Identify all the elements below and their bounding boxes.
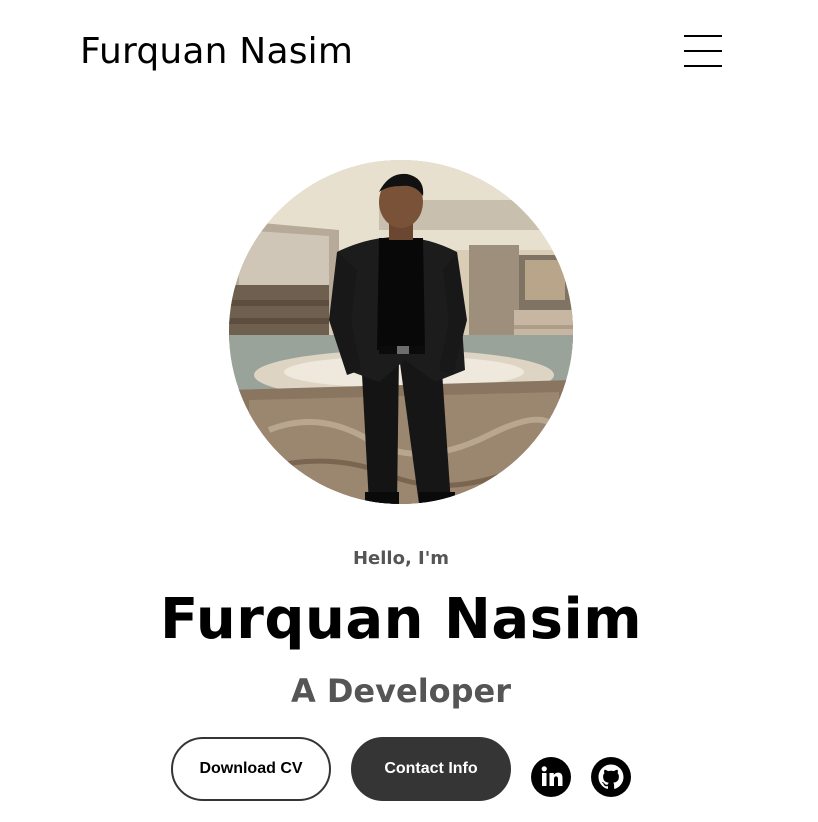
profile-picture [229, 160, 573, 504]
profile-photo-illustration [229, 160, 573, 504]
menu-bar-line [684, 50, 722, 52]
github-icon[interactable] [591, 757, 631, 797]
site-logo[interactable]: Furquan Nasim [80, 28, 353, 76]
contact-info-button[interactable]: Contact Info [351, 737, 511, 801]
menu-bar-line [684, 65, 722, 67]
hamburger-menu-icon[interactable] [684, 35, 722, 67]
role-title: A Developer [290, 672, 512, 710]
download-cv-button[interactable]: Download CV [171, 737, 331, 801]
linkedin-icon[interactable] [531, 757, 571, 797]
hero-name: Furquan Nasim [159, 587, 643, 652]
greeting-text: Hello, I'm [352, 548, 450, 569]
menu-bar-line [684, 35, 722, 37]
